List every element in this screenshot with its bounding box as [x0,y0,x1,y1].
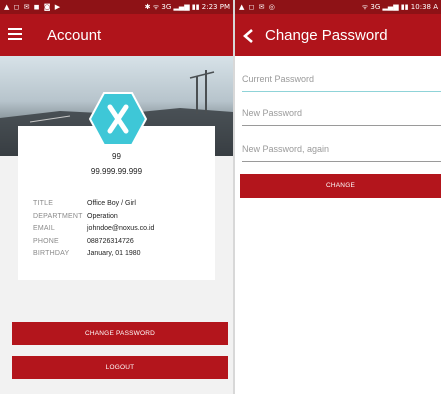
field-underline [242,161,441,162]
confirm-password-field[interactable]: New Password, again [242,140,441,162]
page-title: Account [47,27,102,44]
logout-button[interactable]: LOGOUT [12,356,228,379]
info-value: johndoe@noxus.co.id [87,225,155,232]
field-underline [242,90,441,92]
xamarin-logo-icon [89,92,147,146]
status-bar: ▲ ◻ ✉ ◎ ᯤ 3G ▂▄▆ ▮▮ 10:38 A [235,0,441,14]
profile-id: 99.999.99.999 [90,167,143,176]
info-value: Operation [87,212,118,220]
info-label: PHONE [33,237,59,245]
current-password-field[interactable]: Current Password [242,70,441,92]
new-password-field[interactable]: New Password [242,104,441,126]
status-indicators: ᯤ 3G ▂▄▆ ▮▮ 10:38 A [361,3,438,11]
change-password-screen: ▲ ◻ ✉ ◎ ᯤ 3G ▂▄▆ ▮▮ 10:38 A Change Passw… [235,0,441,394]
info-value: 088726314726 [87,237,134,245]
profile-name: 99 [112,152,121,161]
info-row-department: DEPARTMENT Operation [33,211,213,224]
notification-icons: ▲ ◻ ✉ ◼ ◙ ▶ [4,3,62,11]
status-indicators: ✱ ᯤ 3G ▂▄▆ ▮▮ 2:23 PM [144,3,230,11]
field-underline [242,125,441,126]
notification-icons: ▲ ◻ ✉ ◎ [239,3,276,11]
info-value: Office Boy / Girl [87,200,136,207]
account-screen: ▲ ◻ ✉ ◼ ◙ ▶ ✱ ᯤ 3G ▂▄▆ ▮▮ 2:23 PM Accoun… [0,0,233,394]
change-password-button[interactable]: CHANGE PASSWORD [12,322,228,345]
info-value: January, 01 1980 [87,250,141,257]
current-password-placeholder: Current Password [242,74,315,84]
page-title: Change Password [265,27,388,44]
back-arrow-icon[interactable] [242,29,254,43]
app-bar: Account [0,14,233,56]
new-password-placeholder: New Password [242,108,303,118]
confirm-password-placeholder: New Password, again [242,144,330,154]
change-button[interactable]: CHANGE [240,174,441,198]
info-row-email: EMAIL johndoe@noxus.co.id [33,223,213,236]
info-label: EMAIL [33,225,56,232]
info-label: BIRTHDAY [33,250,70,257]
status-bar: ▲ ◻ ✉ ◼ ◙ ▶ ✱ ᯤ 3G ▂▄▆ ▮▮ 2:23 PM [0,0,233,14]
hamburger-menu-icon[interactable] [8,28,22,40]
info-label: TITLE [33,200,54,207]
info-row-phone: PHONE 088726314726 [33,236,213,249]
info-label: DEPARTMENT [33,212,83,220]
app-bar: Change Password [235,14,441,56]
info-row-birthday: BIRTHDAY January, 01 1980 [33,248,213,261]
info-row-title: TITLE Office Boy / Girl [33,198,213,211]
profile-info-list: TITLE Office Boy / Girl DEPARTMENT Opera… [33,198,213,261]
